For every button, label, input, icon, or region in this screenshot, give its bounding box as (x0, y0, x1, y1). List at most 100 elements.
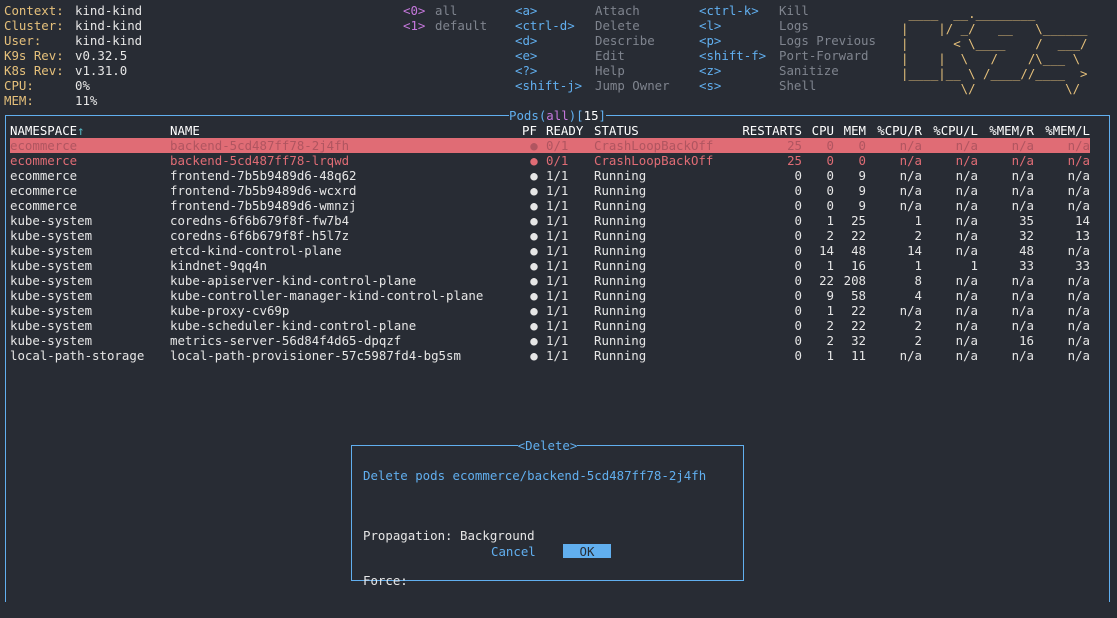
column-header[interactable]: CPU (802, 123, 834, 138)
table-cell: 22 (819, 273, 834, 288)
column-header[interactable]: READY (546, 123, 594, 138)
action-shortcut[interactable]: <d> Describe (515, 33, 670, 48)
info-label: K8s Rev: (4, 63, 64, 78)
shortcut-key: <e> (515, 48, 538, 63)
table-cell: kindnet-9qq4n (170, 258, 267, 273)
table-cell: ecommerce (10, 138, 170, 153)
delete-dialog[interactable]: <Delete> Delete pods ecommerce/backend-5… (351, 438, 744, 588)
table-cell: 11 (851, 348, 866, 363)
table-cell: 0 (794, 168, 802, 183)
shortcut-label: Shell (779, 78, 817, 93)
column-header[interactable]: %MEM/L (1034, 123, 1090, 138)
column-header[interactable]: NAME (170, 123, 522, 138)
table-row[interactable]: kube-system coredns-6f6b679f8f-h5l7z ● 1/1 R… (10, 228, 1090, 243)
namespace-shortcut[interactable]: <0> all (403, 3, 487, 18)
action-shortcut[interactable]: <l> Logs (699, 18, 876, 33)
table-cell: Running (594, 168, 647, 183)
table-cell: frontend-7b5b9489d6-wcxrd (170, 183, 357, 198)
column-header[interactable]: RESTARTS (738, 123, 802, 138)
table-cell: kube-system (10, 318, 93, 333)
table-cell: n/a (1011, 198, 1034, 213)
table-cell: 2 (914, 228, 922, 243)
info-value: 11% (75, 93, 98, 108)
column-header[interactable]: %CPU/R (866, 123, 922, 138)
table-cell: 25 (851, 213, 866, 228)
table-cell: n/a (1034, 138, 1090, 153)
table-cell: ecommerce (10, 153, 78, 168)
table-cell: 14 (819, 243, 834, 258)
table-cell: n/a (1011, 168, 1034, 183)
table-row[interactable]: ecommerce backend-5cd487ff78-lrqwd ● 0/1 Cra… (10, 153, 1090, 168)
table-cell: Running (594, 333, 647, 348)
column-header[interactable]: PF (522, 123, 546, 138)
ok-button[interactable]: OK (563, 544, 611, 559)
table-cell: 1/1 (546, 198, 569, 213)
table-cell: n/a (899, 198, 922, 213)
namespace-shortcut[interactable]: <1> default (403, 18, 487, 33)
table-row[interactable]: ecommerce frontend-7b5b9489d6-wmnzj ● 1/1 Ru… (10, 198, 1090, 213)
table-cell: frontend-7b5b9489d6-wmnzj (170, 198, 357, 213)
column-header[interactable]: NAMESPACE↑ (10, 123, 170, 138)
table-row[interactable]: kube-system coredns-6f6b679f8f-fw7b4 ● 1/1 R… (10, 213, 1090, 228)
action-shortcut[interactable]: <a> Attach (515, 3, 670, 18)
table-row[interactable]: ecommerce backend-5cd487ff78-2j4fh ● 0/1 Cra… (10, 138, 1090, 153)
propagation-value[interactable]: Background (460, 528, 535, 543)
table-cell: 4 (914, 288, 922, 303)
info-value: 0% (75, 78, 90, 93)
table-row[interactable]: ecommerce frontend-7b5b9489d6-wcxrd ● 1/1 Ru… (10, 183, 1090, 198)
table-cell: 2 (826, 228, 834, 243)
table-cell: n/a (1067, 348, 1090, 363)
column-header[interactable]: %CPU/L (922, 123, 978, 138)
table-cell: 14 (907, 243, 922, 258)
table-row[interactable]: kube-system kube-scheduler-kind-control-p… (10, 318, 1090, 333)
table-cell: kube-system (10, 228, 93, 243)
table-cell: ecommerce (10, 168, 78, 183)
table-row[interactable]: kube-system kube-controller-manager-kind-… (10, 288, 1090, 303)
table-cell: 0 (794, 303, 802, 318)
table-cell: 0 (794, 273, 802, 288)
table-row[interactable]: kube-system kube-proxy-cv69p ● 1/1 Running 0 1… (10, 303, 1090, 318)
table-row[interactable]: local-path-storage local-path-provisioner… (10, 348, 1090, 363)
table-cell: Running (594, 228, 647, 243)
table-row[interactable]: kube-system etcd-kind-control-plane ● 1/1 Ru… (10, 243, 1090, 258)
shortcut-key: <1> (403, 18, 426, 33)
shortcut-label: default (435, 18, 488, 33)
column-header[interactable]: MEM (834, 123, 866, 138)
info-line: Cluster: kind-kind (4, 18, 142, 33)
table-row[interactable]: kube-system metrics-server-56d84f4d65-dpq… (10, 333, 1090, 348)
action-shortcut[interactable]: <ctrl-k> Kill (699, 3, 876, 18)
action-shortcut[interactable]: <shift-j> Jump Owner (515, 78, 670, 93)
action-shortcut[interactable]: <s> Shell (699, 78, 876, 93)
table-cell: n/a (899, 183, 922, 198)
column-header[interactable]: %MEM/R (978, 123, 1034, 138)
table-cell: 0 (794, 318, 802, 333)
table-cell: kube-system (10, 288, 93, 303)
table-cell: n/a (955, 213, 978, 228)
info-value: kind-kind (75, 3, 143, 18)
cancel-button[interactable]: Cancel (491, 544, 536, 559)
info-label: CPU: (4, 78, 34, 93)
table-row[interactable]: kube-system kindnet-9qq4n ● 1/1 Running 0 1 16 1… (10, 258, 1090, 273)
action-shortcut[interactable]: <ctrl-d> Delete (515, 18, 670, 33)
action-shortcut[interactable]: <?> Help (515, 63, 670, 78)
table-cell: n/a (1067, 333, 1090, 348)
table-cell: n/a (1067, 318, 1090, 333)
force-field[interactable]: Force: (363, 573, 535, 588)
table-cell: ● (530, 243, 538, 258)
table-row[interactable]: kube-system kube-apiserver-kind-control-p… (10, 273, 1090, 288)
table-cell: n/a (955, 348, 978, 363)
action-shortcut[interactable]: <e> Edit (515, 48, 670, 63)
table-cell: 25 (738, 138, 802, 153)
column-header[interactable]: STATUS (594, 123, 738, 138)
pods-table[interactable]: NAMESPACE↑ NAME PF READY STATUS RESTARTS CPU ME… (10, 123, 1090, 363)
table-cell: Running (594, 288, 647, 303)
action-shortcut[interactable]: <shift-f> Port-Forward (699, 48, 876, 63)
action-shortcut[interactable]: <p> Logs Previous (699, 33, 876, 48)
action-shortcut[interactable]: <z> Sanitize (699, 63, 876, 78)
table-cell: 1/1 (546, 288, 569, 303)
table-cell: 13 (1075, 228, 1090, 243)
table-header: NAMESPACE↑ NAME PF READY STATUS RESTARTS CPU ME… (10, 123, 1090, 138)
propagation-field[interactable]: Propagation: Background (363, 528, 535, 543)
table-cell: kube-proxy-cv69p (170, 303, 290, 318)
table-row[interactable]: ecommerce frontend-7b5b9489d6-48q62 ● 1/1 Ru… (10, 168, 1090, 183)
